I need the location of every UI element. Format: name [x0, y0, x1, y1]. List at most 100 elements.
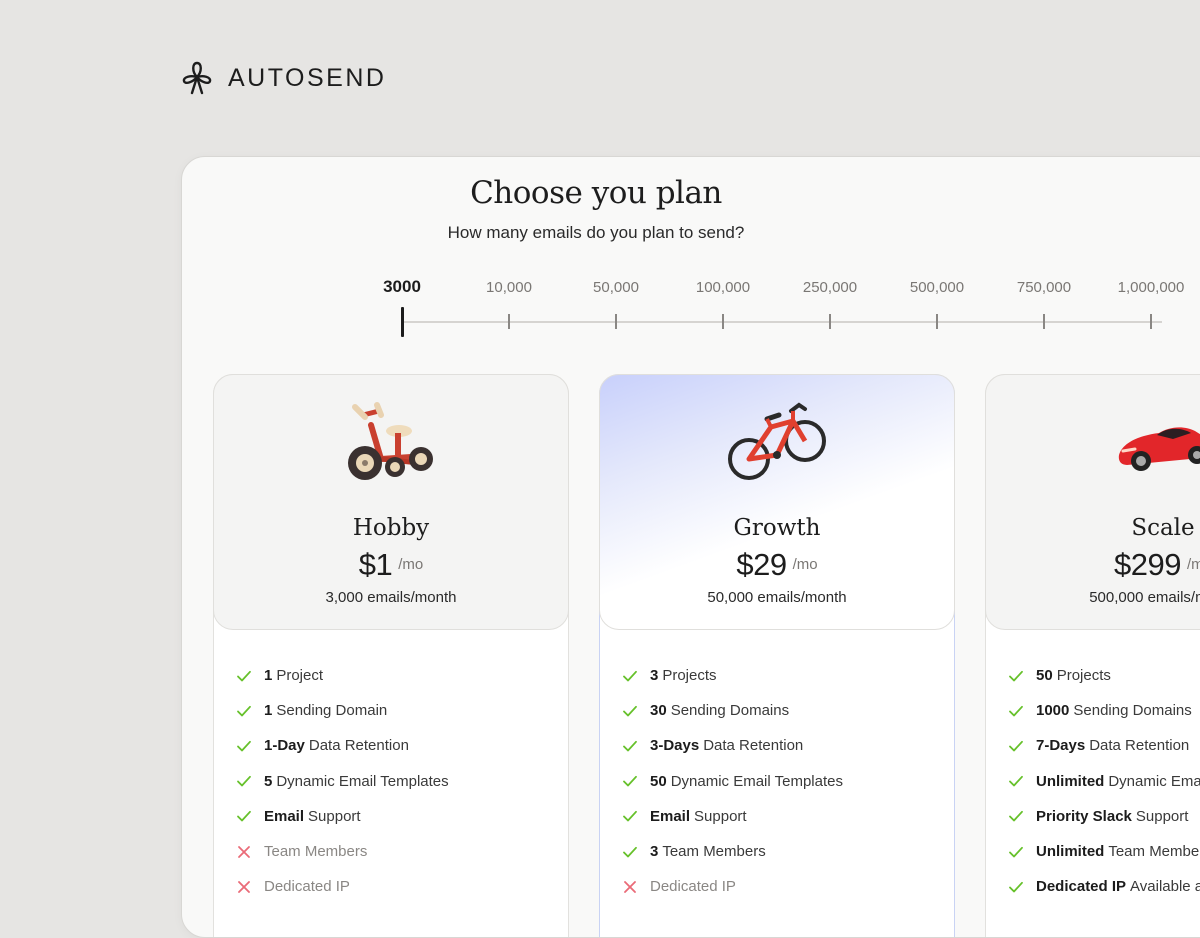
check-icon — [622, 808, 638, 824]
feature-item: 7-Days Data Retention — [1008, 728, 1200, 763]
feature-highlight: 3 — [650, 667, 659, 685]
feature-highlight: Unlimited — [1036, 843, 1105, 861]
feature-item: UnlimitedDynamic Email Templates — [1008, 764, 1200, 799]
plan-quota: 500,000 emails/month — [1089, 589, 1200, 606]
plan-name: Scale — [1131, 515, 1195, 541]
feature-list: 50 Projects 1000 Sending Domains 7-Days Data … — [1008, 658, 1200, 904]
feature-item: Email Support — [622, 799, 843, 834]
feature-text: Support — [1135, 807, 1189, 825]
feature-highlight: 3-Days — [650, 737, 700, 755]
plan-card-header: Scale $299/mo 500,000 emails/month — [985, 374, 1200, 630]
feature-text: Data Retention — [308, 737, 409, 755]
check-icon — [236, 773, 252, 789]
feature-text: Dedicated IP — [264, 878, 350, 896]
feature-highlight: 50 — [650, 772, 667, 790]
check-icon — [236, 668, 252, 684]
feature-item: Dedicated IP — [622, 869, 843, 904]
feature-item: 3-Days Data Retention — [622, 728, 843, 763]
slider-option-label[interactable]: 100,000 — [673, 279, 773, 296]
check-icon — [1008, 844, 1024, 860]
slider-option-label[interactable]: 750,000 — [994, 279, 1094, 296]
sports-car-icon — [1113, 397, 1200, 493]
check-icon — [1008, 738, 1024, 754]
feature-text: Team Members — [264, 843, 368, 861]
slider-tick[interactable] — [722, 314, 724, 329]
slider-tick[interactable] — [508, 314, 510, 329]
feature-text: Projects — [662, 667, 717, 685]
cross-icon — [236, 879, 252, 895]
brand-logo[interactable]: AUTOSEND — [180, 60, 386, 96]
plan-period: /mo — [398, 556, 424, 573]
feature-item: Priority Slack Support — [1008, 799, 1200, 834]
feature-highlight: 1000 — [1036, 702, 1070, 720]
feature-text: Dedicated IP — [650, 878, 736, 896]
plan-price-row: $1/mo — [214, 547, 568, 583]
plan-price: $1 — [358, 547, 393, 582]
slider-option-label[interactable]: 250,000 — [780, 279, 880, 296]
plan-card-growth[interactable]: Growth $29/mo 50,000 emails/month 3 Projec… — [599, 374, 955, 937]
check-icon — [1008, 703, 1024, 719]
feature-highlight: 1 — [264, 702, 273, 720]
feature-item: 5 Dynamic Email Templates — [236, 764, 449, 799]
feature-list: 1 Project 1 Sending Domain 1-Day Data Retenti… — [236, 658, 449, 904]
slider-tick[interactable] — [1150, 314, 1152, 329]
feature-text: Data Retention — [1089, 737, 1190, 755]
plan-card-header: Hobby $1/mo 3,000 emails/month — [213, 374, 569, 630]
feature-item: 3 Team Members — [622, 834, 843, 869]
feature-highlight: 30 — [650, 702, 667, 720]
clover-icon — [182, 61, 212, 95]
cross-icon — [622, 879, 638, 895]
page-title: Choose you plan — [470, 175, 722, 211]
feature-text: Support — [308, 807, 361, 825]
slider-tick[interactable] — [1043, 314, 1045, 329]
feature-item: 30 Sending Domains — [622, 693, 843, 728]
slider-option-label[interactable]: 3000 — [352, 277, 452, 297]
slider-tick[interactable] — [936, 314, 938, 329]
plan-period: /mo — [792, 556, 818, 573]
pricing-panel: Choose you plan How many emails do you p… — [181, 156, 1200, 938]
feature-item: 1000 Sending Domains — [1008, 693, 1200, 728]
plan-price: $29 — [736, 547, 787, 582]
plan-card-scale[interactable]: Scale $299/mo 500,000 emails/month 50Proj… — [985, 374, 1200, 937]
check-icon — [622, 773, 638, 789]
slider-thumb[interactable] — [401, 307, 404, 337]
feature-text: Team Members — [662, 843, 766, 861]
feature-highlight: 3 — [650, 843, 659, 861]
feature-item: 1 Project — [236, 658, 449, 693]
slider-tick[interactable] — [829, 314, 831, 329]
check-icon — [236, 738, 252, 754]
slider-tick[interactable] — [615, 314, 617, 329]
feature-item: Dedicated IP — [236, 869, 449, 904]
feature-text: Sending Domains — [1073, 702, 1192, 720]
slider-option-label[interactable]: 10,000 — [459, 279, 559, 296]
check-icon — [1008, 879, 1024, 895]
feature-highlight: 5 — [264, 772, 273, 790]
plan-card-hobby[interactable]: Hobby $1/mo 3,000 emails/month 1 Project 1 S… — [213, 374, 569, 937]
check-icon — [1008, 808, 1024, 824]
feature-item: 50 Projects — [1008, 658, 1200, 693]
slider-option-label[interactable]: 50,000 — [566, 279, 666, 296]
feature-item: 1-Day Data Retention — [236, 728, 449, 763]
feature-text: Dynamic Email Templates — [1108, 772, 1200, 790]
slider-track[interactable] — [402, 321, 1162, 323]
feature-text: Available as add-on — [1130, 878, 1200, 896]
plan-name: Growth — [733, 515, 821, 541]
feature-text: Team Members — [1108, 843, 1200, 861]
bicycle-icon — [727, 397, 827, 493]
feature-item: 50 Dynamic Email Templates — [622, 764, 843, 799]
check-icon — [236, 703, 252, 719]
feature-text: Projects — [1056, 667, 1111, 685]
feature-item: 1 Sending Domain — [236, 693, 449, 728]
slider-option-label[interactable]: 1,000,000 — [1101, 279, 1200, 296]
plan-quota: 3,000 emails/month — [325, 589, 457, 606]
brand-name: AUTOSEND — [228, 63, 387, 92]
check-icon — [622, 668, 638, 684]
tricycle-icon — [341, 397, 441, 493]
feature-text: Sending Domain — [276, 702, 388, 720]
check-icon — [1008, 773, 1024, 789]
feature-text: Sending Domains — [670, 702, 790, 720]
feature-highlight: 7-Days — [1036, 737, 1086, 755]
slider-option-label[interactable]: 500,000 — [887, 279, 987, 296]
check-icon — [1008, 668, 1024, 684]
feature-highlight: 1 — [264, 667, 273, 685]
